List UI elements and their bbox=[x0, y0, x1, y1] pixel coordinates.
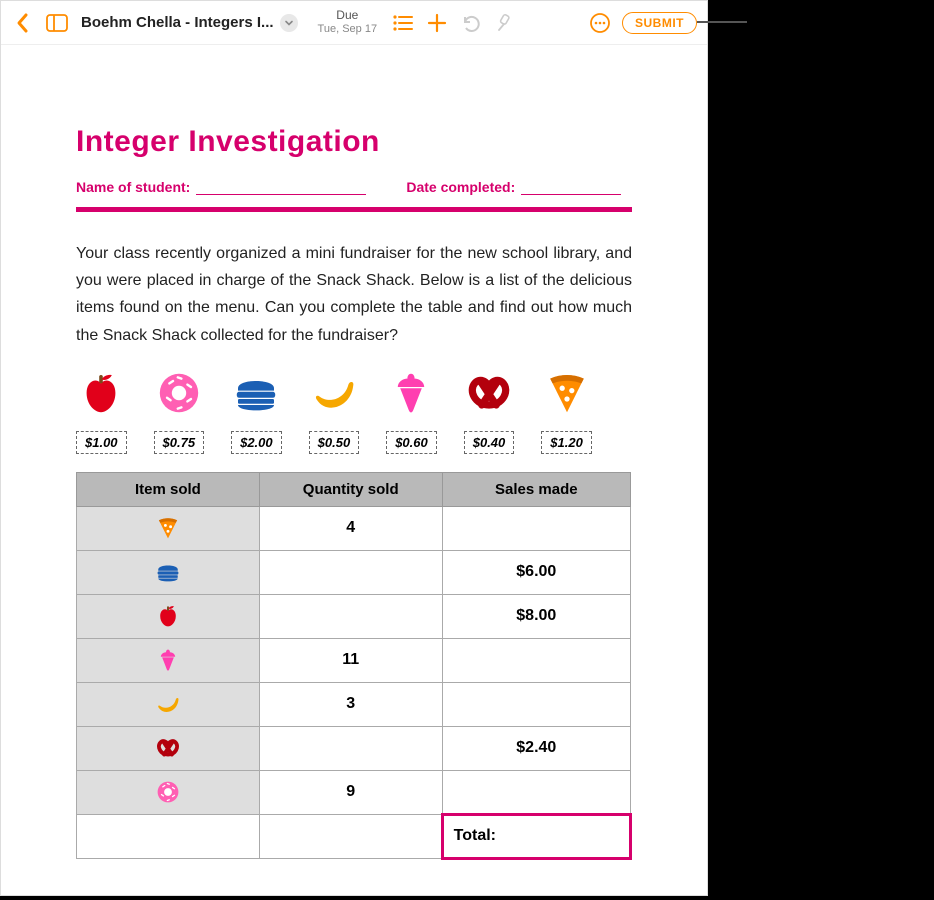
price-value: $1.00 bbox=[76, 431, 127, 454]
back-button[interactable] bbox=[11, 11, 35, 35]
price-item-pretzel: $0.40 bbox=[464, 369, 515, 454]
sales-cell[interactable]: $6.00 bbox=[442, 550, 630, 594]
qty-cell[interactable] bbox=[259, 594, 442, 638]
price-value: $0.60 bbox=[386, 431, 437, 454]
document-title-text: Boehm Chella - Integers I... bbox=[81, 14, 274, 31]
item-cell bbox=[77, 550, 260, 594]
table-row: 4 bbox=[77, 506, 631, 550]
qty-cell[interactable] bbox=[259, 550, 442, 594]
pretzel-icon bbox=[155, 739, 181, 756]
table-row: 11 bbox=[77, 638, 631, 682]
sales-cell[interactable] bbox=[442, 770, 630, 814]
price-value: $0.50 bbox=[309, 431, 360, 454]
sales-cell[interactable] bbox=[442, 638, 630, 682]
due-date: Tue, Sep 17 bbox=[318, 23, 378, 36]
sales-cell[interactable] bbox=[442, 682, 630, 726]
undo-button[interactable] bbox=[459, 11, 483, 35]
due-label: Due bbox=[318, 9, 378, 23]
price-item-pizza: $1.20 bbox=[541, 369, 592, 454]
table-row: 9 bbox=[77, 770, 631, 814]
col-qty: Quantity sold bbox=[259, 472, 442, 506]
submit-button[interactable]: SUBMIT bbox=[622, 12, 697, 34]
item-cell bbox=[77, 682, 260, 726]
pretzel-icon bbox=[465, 369, 513, 417]
divider bbox=[76, 207, 632, 212]
item-cell bbox=[77, 726, 260, 770]
gavel-icon[interactable] bbox=[493, 11, 517, 35]
item-cell bbox=[77, 594, 260, 638]
sales-table: Item sold Quantity sold Sales made 4$6.0… bbox=[76, 472, 632, 860]
list-button[interactable] bbox=[391, 11, 415, 35]
apple-icon bbox=[77, 369, 125, 417]
table-row: $6.00 bbox=[77, 550, 631, 594]
burger-icon bbox=[155, 563, 181, 580]
price-row: $1.00 $0.75 $2.00 $0.50 $0.60 $0.40 $1.20 bbox=[76, 369, 632, 454]
price-item-donut: $0.75 bbox=[154, 369, 205, 454]
name-label: Name of student: bbox=[76, 179, 190, 195]
date-blank-line[interactable] bbox=[521, 181, 621, 195]
add-button[interactable] bbox=[425, 11, 449, 35]
col-sales: Sales made bbox=[442, 472, 630, 506]
date-label: Date completed: bbox=[406, 179, 515, 195]
burger-icon bbox=[232, 369, 280, 417]
sidebar-toggle-button[interactable] bbox=[45, 11, 69, 35]
more-button[interactable] bbox=[588, 11, 612, 35]
sales-cell[interactable]: $8.00 bbox=[442, 594, 630, 638]
sales-cell[interactable] bbox=[442, 506, 630, 550]
qty-cell[interactable]: 3 bbox=[259, 682, 442, 726]
qty-cell[interactable]: 4 bbox=[259, 506, 442, 550]
total-cell[interactable]: Total: bbox=[442, 814, 630, 858]
icecream-icon bbox=[155, 651, 181, 668]
qty-cell[interactable] bbox=[259, 726, 442, 770]
icecream-icon bbox=[387, 369, 435, 417]
due-date-block: Due Tue, Sep 17 bbox=[318, 9, 378, 35]
item-cell bbox=[77, 506, 260, 550]
qty-cell[interactable]: 9 bbox=[259, 770, 442, 814]
document-page: Integer Investigation Name of student: D… bbox=[1, 45, 707, 900]
table-row: $8.00 bbox=[77, 594, 631, 638]
qty-cell[interactable]: 11 bbox=[259, 638, 442, 682]
name-blank-line[interactable] bbox=[196, 181, 366, 195]
price-value: $1.20 bbox=[541, 431, 592, 454]
total-blank-2[interactable] bbox=[259, 814, 442, 858]
donut-icon bbox=[155, 783, 181, 800]
toolbar: Boehm Chella - Integers I... Due Tue, Se… bbox=[1, 1, 707, 45]
table-row: 3 bbox=[77, 682, 631, 726]
name-field[interactable]: Name of student: bbox=[76, 179, 366, 195]
col-item: Item sold bbox=[77, 472, 260, 506]
banana-icon bbox=[155, 695, 181, 712]
item-cell bbox=[77, 638, 260, 682]
banana-icon bbox=[310, 369, 358, 417]
price-value: $0.75 bbox=[154, 431, 205, 454]
pizza-icon bbox=[155, 519, 181, 536]
price-value: $0.40 bbox=[464, 431, 515, 454]
table-row: $2.40 bbox=[77, 726, 631, 770]
price-value: $2.00 bbox=[231, 431, 282, 454]
chevron-down-icon[interactable] bbox=[280, 14, 298, 32]
pizza-icon bbox=[543, 369, 591, 417]
price-item-apple: $1.00 bbox=[76, 369, 127, 454]
callout-line bbox=[697, 21, 747, 23]
date-field[interactable]: Date completed: bbox=[406, 179, 621, 195]
document-title[interactable]: Boehm Chella - Integers I... bbox=[81, 14, 298, 32]
item-cell bbox=[77, 770, 260, 814]
total-blank-1[interactable] bbox=[77, 814, 260, 858]
price-item-icecream: $0.60 bbox=[386, 369, 437, 454]
price-item-banana: $0.50 bbox=[309, 369, 360, 454]
intro-text: Your class recently organized a mini fun… bbox=[76, 240, 632, 349]
apple-icon bbox=[155, 607, 181, 624]
donut-icon bbox=[155, 369, 203, 417]
sales-cell[interactable]: $2.40 bbox=[442, 726, 630, 770]
price-item-burger: $2.00 bbox=[231, 369, 282, 454]
page-title: Integer Investigation bbox=[76, 125, 632, 159]
